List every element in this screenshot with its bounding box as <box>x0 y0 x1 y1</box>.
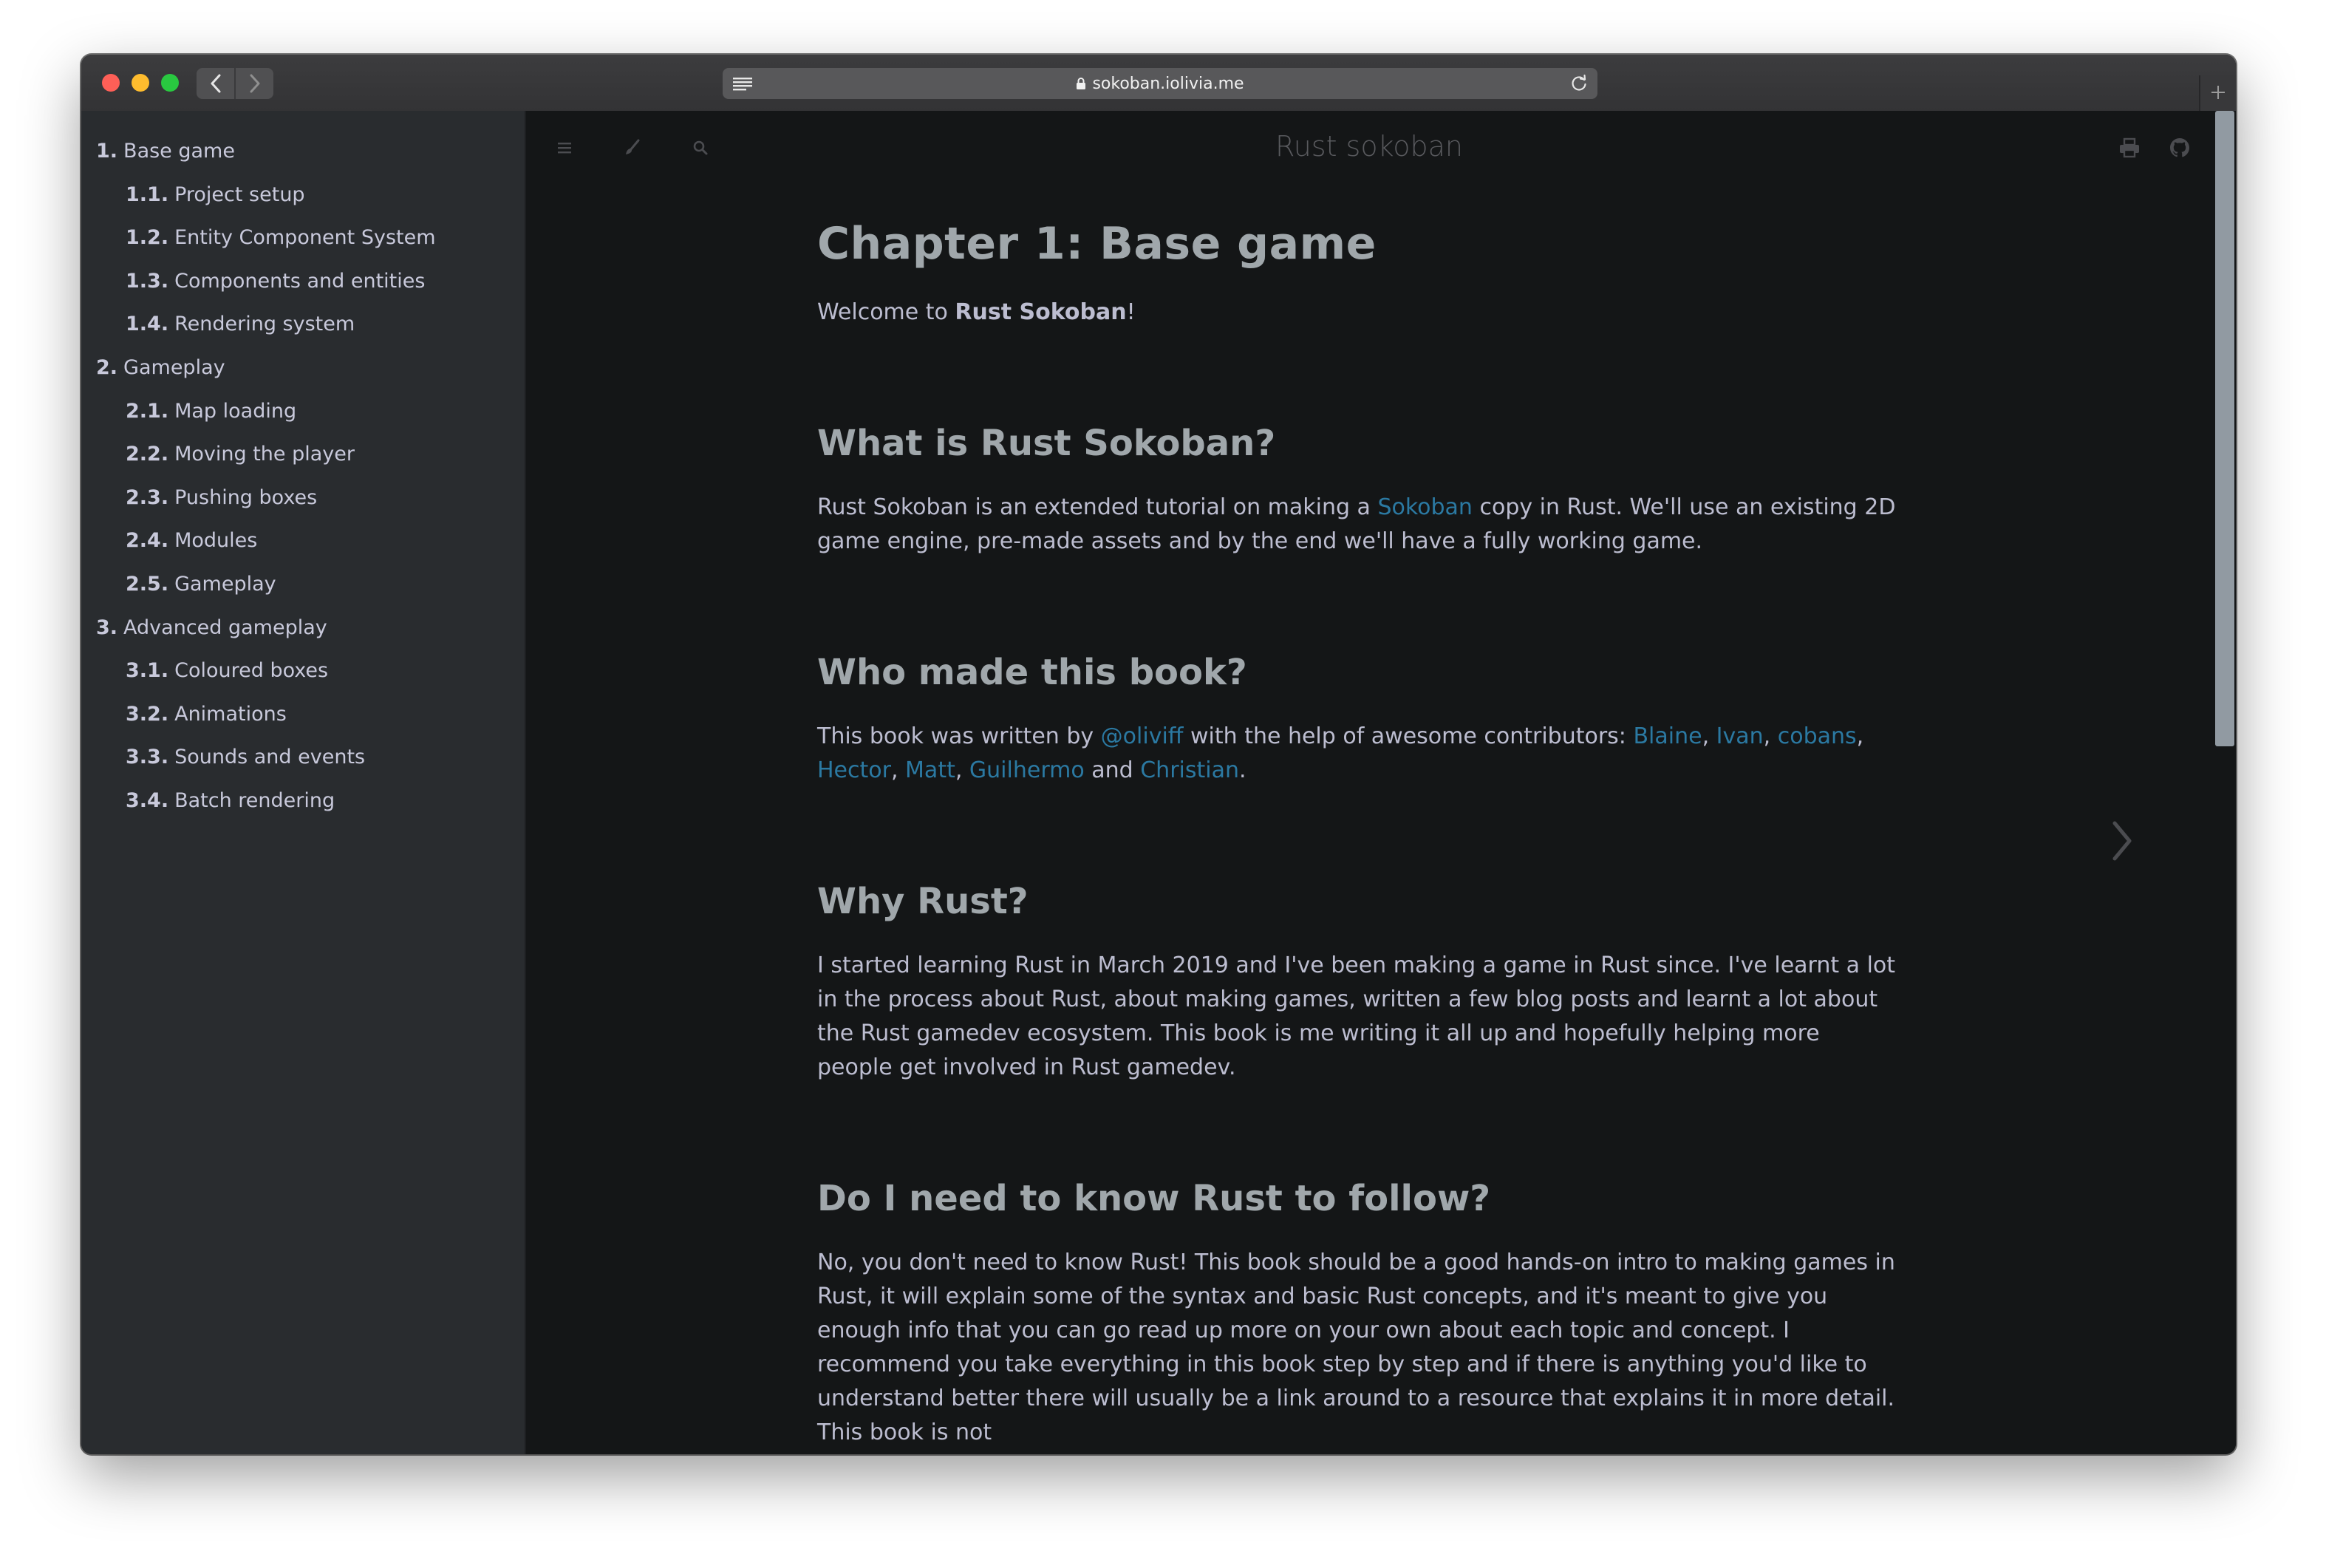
sidebar-item-label: Modules <box>174 529 258 553</box>
sidebar-item[interactable]: 2.2. Moving the player <box>81 433 525 477</box>
sidebar-item-label: Components and entities <box>174 269 426 293</box>
sidebar-item-number: 2.4. <box>126 529 169 553</box>
browser-window: sokoban.iolivia.me 1. Base game 1.1. Projec… <box>81 55 2236 1454</box>
contributor-link[interactable]: Ivan <box>1716 723 1764 749</box>
contributor-link[interactable]: Matt <box>905 757 955 783</box>
sidebar-item-label: Project setup <box>174 183 305 206</box>
minimize-window-button[interactable] <box>132 74 149 92</box>
sidebar-item[interactable]: 3. Advanced gameplay <box>81 607 525 650</box>
section-paragraph-follow: No, you don't need to know Rust! This bo… <box>817 1250 1895 1445</box>
book-title: Rust sokoban <box>1275 130 1463 163</box>
sidebar-item-number: 3.4. <box>126 788 169 812</box>
sidebar-item-number: 1.1. <box>126 183 169 206</box>
sidebar-item-number: 1.4. <box>126 313 169 336</box>
sidebar-item-number: 1.2. <box>126 226 169 250</box>
sidebar-item-label: Moving the player <box>174 443 355 466</box>
sidebar-item[interactable]: 2.3. Pushing boxes <box>81 477 525 520</box>
sidebar-item-label: Sounds and events <box>174 746 366 769</box>
author-link[interactable]: @oliviff <box>1101 723 1184 749</box>
print-icon[interactable] <box>2118 136 2141 160</box>
section-heading-who: Who made this book? <box>817 652 1247 693</box>
page-scrollbar[interactable] <box>2212 111 2236 1454</box>
history-nav <box>197 68 273 99</box>
sidebar-item-label: Map loading <box>174 399 297 423</box>
scrollbar-thumb[interactable] <box>2215 111 2234 746</box>
sidebar-item-number: 2.2. <box>126 443 169 466</box>
sidebar-item-number: 3.2. <box>126 702 169 726</box>
main-content: Rust sokoban Chapter 1: Base game Welcom… <box>526 111 2212 1454</box>
reader-view-icon[interactable] <box>731 75 754 92</box>
chevron-right-icon <box>2112 821 2132 861</box>
chevron-left-icon <box>211 74 220 93</box>
chevron-right-icon <box>250 74 259 93</box>
section-paragraph-what: Rust Sokoban is an extended tutorial on … <box>817 494 1896 554</box>
sidebar-item[interactable]: 1.2. Entity Component System <box>81 217 525 260</box>
sidebar-item[interactable]: 3.4. Batch rendering <box>81 780 525 823</box>
sidebar-item[interactable]: 2.1. Map loading <box>81 390 525 434</box>
sidebar-item-number: 3. <box>96 616 118 639</box>
sidebar-item-label: Coloured boxes <box>174 659 329 683</box>
table-of-contents: 1. Base game 1.1. Project setup 1.2. Entity C… <box>81 111 525 823</box>
github-icon[interactable] <box>2168 136 2192 160</box>
contributor-link[interactable]: Christian <box>1140 757 1239 783</box>
address-bar[interactable]: sokoban.iolivia.me <box>723 68 1597 99</box>
contributor-link[interactable]: Hector <box>817 757 891 783</box>
section-heading-what: What is Rust Sokoban? <box>817 423 1276 464</box>
sidebar: 1. Base game 1.1. Project setup 1.2. Entity C… <box>81 111 526 1454</box>
back-button[interactable] <box>197 68 236 99</box>
sokoban-link[interactable]: Sokoban <box>1377 494 1473 520</box>
sidebar-item[interactable]: 2.4. Modules <box>81 519 525 563</box>
section-paragraph-why: I started learning Rust in March 2019 an… <box>817 952 1896 1080</box>
zoom-window-button[interactable] <box>161 74 179 92</box>
contributor-link[interactable]: Guilhermo <box>969 757 1085 783</box>
sidebar-item-number: 3.1. <box>126 659 169 683</box>
sidebar-item-label: Animations <box>174 702 287 726</box>
forward-button[interactable] <box>236 68 273 99</box>
sidebar-item[interactable]: 2.5. Gameplay <box>81 563 525 607</box>
section-heading-why: Why Rust? <box>817 881 1029 922</box>
sidebar-item-number: 2.1. <box>126 399 169 423</box>
contributor-link[interactable]: Blaine <box>1633 723 1702 749</box>
sidebar-item-number: 2.3. <box>126 485 169 509</box>
next-chapter-button[interactable] <box>2104 817 2140 865</box>
sidebar-item[interactable]: 1. Base game <box>81 130 525 174</box>
sidebar-item[interactable]: 1.3. Components and entities <box>81 260 525 304</box>
sidebar-item-number: 2.5. <box>126 572 169 596</box>
contributor-link[interactable]: cobans <box>1778 723 1857 749</box>
reload-icon[interactable] <box>1569 74 1589 93</box>
browser-titlebar: sokoban.iolivia.me <box>81 55 2236 112</box>
sidebar-item-number: 3.3. <box>126 746 169 769</box>
sidebar-item-number: 2. <box>96 355 118 379</box>
sidebar-item-label: Base game <box>123 140 235 163</box>
sidebar-item-label: Gameplay <box>174 572 276 596</box>
chapter-article: Chapter 1: Base game Welcome to Rust Sok… <box>817 222 1896 1450</box>
sidebar-item-label: Entity Component System <box>174 226 436 250</box>
plus-icon <box>2211 86 2225 99</box>
sidebar-item[interactable]: 3.2. Animations <box>81 693 525 737</box>
welcome-paragraph: Welcome to Rust Sokoban! <box>817 299 1136 325</box>
book-name-bold: Rust Sokoban <box>955 299 1127 325</box>
section-heading-follow: Do I need to know Rust to follow? <box>817 1178 1491 1219</box>
new-tab-button[interactable] <box>2199 75 2236 111</box>
sidebar-item-label: Pushing boxes <box>174 485 318 509</box>
sidebar-item-label: Rendering system <box>174 313 355 336</box>
sidebar-item[interactable]: 1.1. Project setup <box>81 174 525 217</box>
sidebar-item[interactable]: 2. Gameplay <box>81 347 525 390</box>
sidebar-item[interactable]: 1.4. Rendering system <box>81 303 525 347</box>
sidebar-item-label: Gameplay <box>123 355 225 379</box>
sidebar-item-label: Batch rendering <box>174 788 335 812</box>
sidebar-item-label: Advanced gameplay <box>123 616 327 639</box>
sidebar-item[interactable]: 3.1. Coloured boxes <box>81 650 525 693</box>
sidebar-item-number: 1.3. <box>126 269 169 293</box>
url-text: sokoban.iolivia.me <box>1092 74 1244 93</box>
section-paragraph-who: This book was written by @oliviff with t… <box>817 723 1864 783</box>
menu-bar: Rust sokoban <box>526 111 2212 185</box>
lock-icon <box>1077 78 1086 89</box>
chapter-title: Chapter 1: Base game <box>817 218 1377 270</box>
sidebar-item-number: 1. <box>96 140 118 163</box>
sidebar-item[interactable]: 3.3. Sounds and events <box>81 736 525 780</box>
close-window-button[interactable] <box>102 74 120 92</box>
